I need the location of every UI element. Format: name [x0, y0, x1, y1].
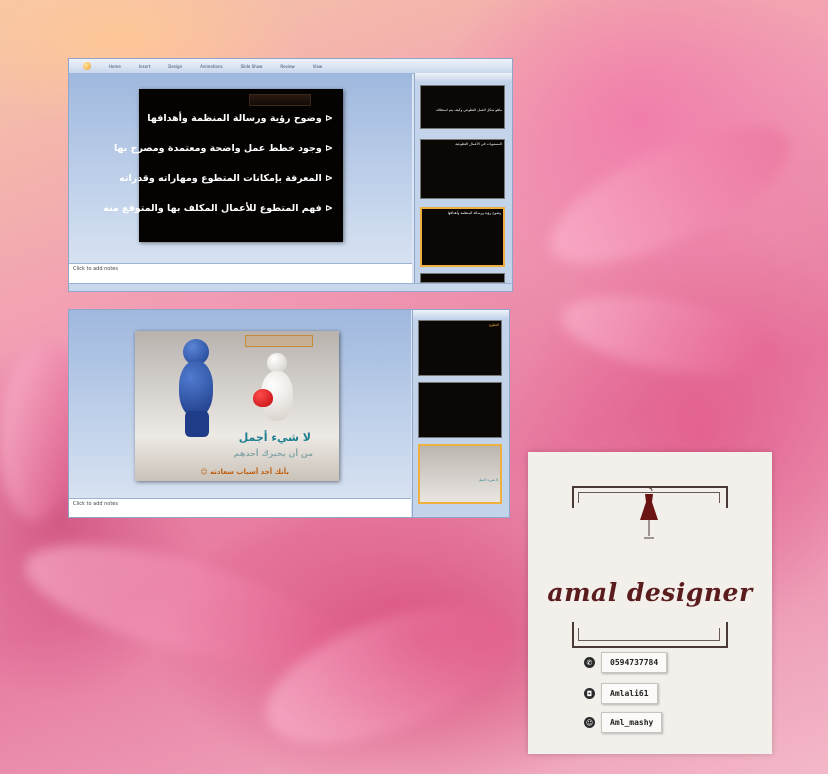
blue-figure-body	[179, 361, 213, 417]
instagram-handle: Amlali61	[601, 683, 658, 704]
thumbnail-title: المستويات في الأعمال التطوعية	[455, 142, 502, 146]
slide-header-bar	[249, 94, 311, 106]
tab-design[interactable]: Design	[168, 64, 182, 69]
snapchat-icon: ☺	[584, 717, 595, 728]
slide-caption-bottom: بأنك أحد أسباب سعادته ☺	[200, 468, 289, 476]
slide-canvas[interactable]: لا شيء أجمل من أن يخبرك أحدهم بأنك أحد أ…	[135, 331, 339, 481]
contact-whatsapp: ✆ 0594737784	[584, 652, 668, 673]
slide-thumbnail[interactable]: التطوع	[418, 320, 502, 376]
notes-pane[interactable]: Click to add notes	[69, 498, 411, 517]
tab-review[interactable]: Review	[280, 64, 294, 69]
slide-bullet: ⊲ المعرفة بإمكانات المتطوع ومهاراته وقدر…	[119, 173, 333, 184]
thumbnail-pane-header	[413, 310, 509, 318]
instagram-icon: ◘	[584, 688, 595, 699]
dress-icon	[640, 487, 658, 539]
whatsapp-number: 0594737784	[601, 652, 668, 673]
whatsapp-icon: ✆	[584, 657, 595, 668]
snapchat-handle: Aml_mashy	[601, 712, 663, 733]
tab-insert[interactable]: Insert	[139, 64, 150, 69]
contact-snapchat: ☺ Aml_mashy	[584, 712, 663, 733]
slide-thumbnail[interactable]	[418, 382, 502, 438]
slide-title-box	[245, 335, 313, 347]
thumbnail-title: ماهو شكل العمل التطوعي وكيف يتم استغلاله	[435, 108, 502, 112]
tab-animations[interactable]: Animations	[200, 64, 222, 69]
slide-bullet: ⊲ وضوح رؤية ورسالة المنظمة وأهدافها	[147, 113, 333, 124]
contact-instagram: ◘ Amlali61	[584, 683, 658, 704]
powerpoint-window-1: Home Insert Design Animations Slide Show…	[68, 58, 513, 292]
thumbnail-title: وضوح رؤية ورسالة المنظمة وأهدافها	[447, 211, 501, 215]
office-button-icon[interactable]	[83, 62, 91, 70]
designer-card: amal designer ✆ 0594737784 ◘ Amlali61 ☺ …	[528, 452, 772, 754]
slide-caption-sub: من أن يخبرك أحدهم	[233, 449, 313, 458]
white-figure-head	[267, 353, 287, 373]
notes-pane[interactable]: Click to add notes	[69, 263, 412, 283]
slide-bullet: ⊲ فهم المتطوع للأعمال المكلف بها والمتوق…	[103, 203, 333, 214]
background-petal	[555, 281, 785, 389]
slide-editor[interactable]: ⊲ وضوح رؤية ورسالة المنظمة وأهدافها ⊲ وج…	[69, 73, 412, 263]
slide-thumbnail-selected[interactable]: وضوح رؤية ورسالة المنظمة وأهدافها	[420, 207, 505, 267]
slide-caption-main: لا شيء أجمل	[238, 431, 311, 444]
slide-canvas[interactable]: ⊲ وضوح رؤية ورسالة المنظمة وأهدافها ⊲ وج…	[103, 89, 343, 242]
thumbnail-title: التطوع	[489, 323, 499, 327]
ribbon: Home Insert Design Animations Slide Show…	[69, 59, 512, 74]
slide-thumbnail-selected[interactable]: لا شيء أجمل	[418, 444, 502, 504]
slide-thumbnail[interactable]	[420, 273, 505, 283]
tab-view[interactable]: View	[313, 64, 323, 69]
blue-figure-legs	[185, 411, 209, 437]
red-heart-icon	[253, 389, 273, 407]
tab-home[interactable]: Home	[109, 64, 121, 69]
slide-editor[interactable]: لا شيء أجمل من أن يخبرك أحدهم بأنك أحد أ…	[69, 310, 411, 498]
powerpoint-window-2: لا شيء أجمل من أن يخبرك أحدهم بأنك أحد أ…	[68, 309, 510, 518]
background-petal	[533, 99, 807, 291]
frame-inner-bottom	[578, 628, 720, 641]
slide-thumbnail-pane: التطوع لا شيء أجمل	[412, 310, 509, 517]
slide-thumbnail[interactable]: المستويات في الأعمال التطوعية	[420, 139, 505, 199]
status-bar	[69, 283, 512, 291]
brand-name: amal designer	[547, 578, 753, 607]
slide-thumbnail[interactable]: ماهو شكل العمل التطوعي وكيف يتم استغلاله	[420, 85, 505, 129]
slide-bullet: ⊲ وجود خطط عمل واضحة ومعتمدة ومصرح بها	[113, 143, 333, 154]
thumbnail-pane-header	[415, 73, 512, 81]
thumbnail-title: لا شيء أجمل	[478, 478, 498, 482]
tab-slide-show[interactable]: Slide Show	[241, 64, 263, 69]
slide-thumbnail-pane: ماهو شكل العمل التطوعي وكيف يتم استغلاله…	[414, 73, 512, 283]
